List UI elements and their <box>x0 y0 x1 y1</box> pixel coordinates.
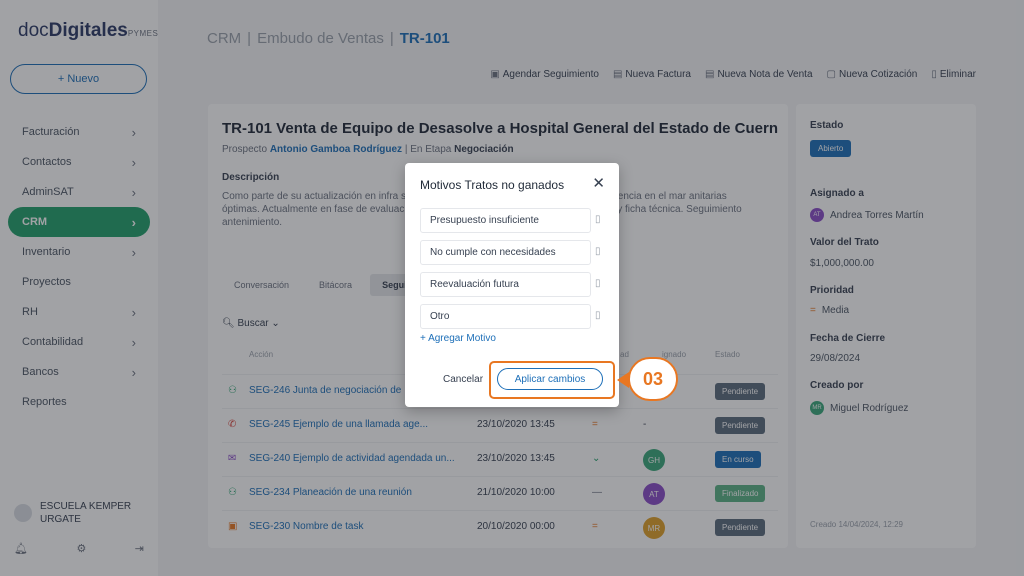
reason-input[interactable]: Presupuesto insuficiente <box>420 208 591 233</box>
trash-icon[interactable]: ▯ <box>595 278 601 289</box>
trash-icon[interactable]: ▯ <box>595 246 601 257</box>
close-icon[interactable]: ✕ <box>592 174 605 192</box>
reason-input[interactable]: No cumple con necesidades <box>420 240 591 265</box>
cancel-button[interactable]: Cancelar <box>443 374 483 385</box>
add-reason-button[interactable]: + Agregar Motivo <box>420 333 496 344</box>
trash-icon[interactable]: ▯ <box>595 310 601 321</box>
reason-input[interactable]: Otro <box>420 304 591 329</box>
reason-input[interactable]: Reevaluación futura <box>420 272 591 297</box>
modal-title: Motivos Tratos no ganados <box>420 178 565 192</box>
step-highlight-box <box>489 361 615 399</box>
step-number-badge: 03 <box>628 357 678 401</box>
trash-icon[interactable]: ▯ <box>595 214 601 225</box>
